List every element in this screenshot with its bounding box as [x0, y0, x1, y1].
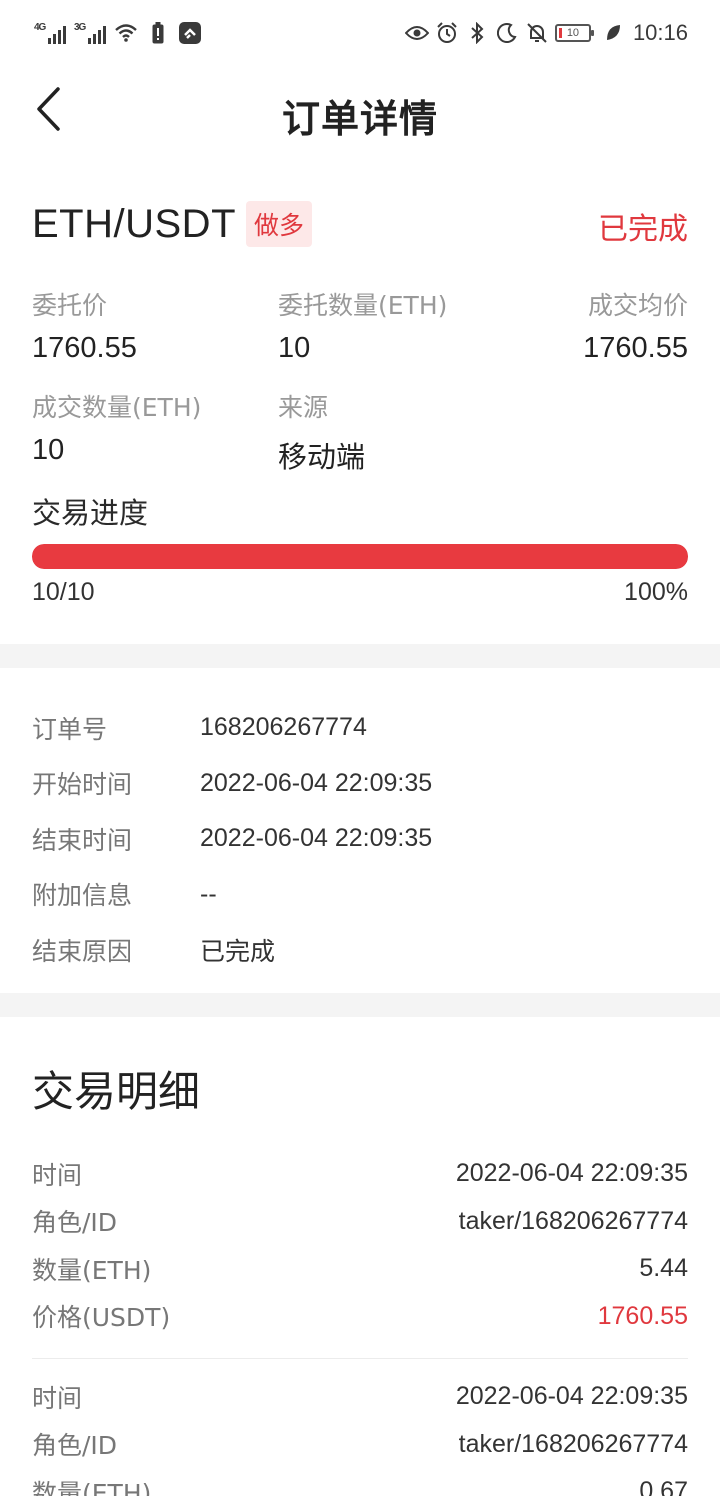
order-info: 订单号 168206267774 开始时间 2022-06-04 22:09:3…	[32, 700, 688, 978]
trade-details-title: 交易明细	[32, 1067, 201, 1116]
side-badge: 做多	[246, 201, 313, 247]
info-key: 开始时间	[32, 770, 133, 800]
trade-key: 时间	[32, 1383, 83, 1413]
trade-list: 时间 2022-06-04 22:09:35 角色/ID taker/16820…	[32, 1150, 688, 1496]
order-fields: 委托价 1760.55 委托数量(ETH) 10 成交均价 1760.55 成交…	[32, 286, 688, 476]
status-bar-right: 10 10:16	[404, 18, 688, 48]
trade-key: 时间	[32, 1160, 83, 1190]
eye-icon	[404, 21, 429, 45]
info-row-order-id: 订单号 168206267774	[32, 700, 688, 756]
trade-value: 5.44	[639, 1254, 688, 1283]
app-notification-icon	[178, 21, 202, 45]
info-key: 结束原因	[32, 936, 133, 966]
progress-label: 交易进度	[32, 496, 149, 530]
trade-item: 时间 2022-06-04 22:09:35 角色/ID taker/16820…	[32, 1373, 688, 1496]
page-title: 订单详情	[281, 97, 438, 141]
info-value: 168206267774	[200, 713, 367, 742]
info-key: 附加信息	[32, 881, 133, 911]
leaf-icon	[601, 21, 625, 45]
field-avg-price: 成交均价 1760.55	[583, 286, 688, 365]
status-bar-left: 4G 3G	[34, 18, 202, 48]
battery-alert-icon	[146, 21, 170, 45]
battery-icon: 10	[554, 24, 594, 42]
signal-3g-label: 3G	[74, 22, 86, 33]
trade-key: 价格(USDT)	[32, 1303, 171, 1333]
order-summary-header: ETH/USDT 做多 已完成	[32, 196, 688, 252]
field-value: 1760.55	[583, 332, 688, 364]
info-key: 结束时间	[32, 825, 133, 855]
section-divider	[0, 644, 720, 668]
bluetooth-icon	[465, 21, 489, 45]
order-status: 已完成	[598, 212, 688, 247]
info-value: --	[200, 879, 217, 908]
field-label: 委托数量(ETH)	[278, 291, 448, 320]
info-value: 2022-06-04 22:09:35	[200, 768, 433, 797]
info-row-end-time: 结束时间 2022-06-04 22:09:35	[32, 811, 688, 867]
field-order-qty: 委托数量(ETH) 10	[278, 286, 447, 365]
field-value: 10	[32, 434, 65, 466]
trade-row-qty: 数量(ETH) 5.44	[32, 1245, 688, 1293]
page-header: 订单详情	[0, 64, 720, 164]
trade-row-role: 角色/ID taker/168206267774	[32, 1421, 688, 1469]
moon-icon	[495, 21, 519, 45]
trade-item: 时间 2022-06-04 22:09:35 角色/ID taker/16820…	[32, 1150, 688, 1359]
field-label: 成交均价	[587, 291, 688, 320]
signal-3g-icon: 3G	[74, 22, 106, 44]
trade-row-time: 时间 2022-06-04 22:09:35	[32, 1150, 688, 1198]
trade-value: 2022-06-04 22:09:35	[455, 1159, 688, 1188]
battery-level: 10	[566, 27, 580, 39]
section-divider	[0, 993, 720, 1017]
field-label: 委托价	[32, 291, 108, 320]
wifi-icon	[114, 21, 138, 45]
progress-bar	[32, 544, 688, 569]
trade-key: 角色/ID	[32, 1208, 118, 1238]
status-bar: 4G 3G 10 10:16	[0, 0, 720, 64]
trade-row-price: 价格(USDT) 1760.55	[32, 1293, 688, 1341]
info-value: 2022-06-04 22:09:35	[200, 824, 433, 853]
trade-row-time: 时间 2022-06-04 22:09:35	[32, 1373, 688, 1421]
trade-key: 数量(ETH)	[32, 1255, 152, 1285]
trade-value: taker/168206267774	[458, 1429, 688, 1458]
field-value: 1760.55	[32, 332, 137, 364]
trade-value: 1760.55	[597, 1301, 688, 1330]
signal-4g-icon: 4G	[34, 22, 66, 44]
trade-row-qty: 数量(ETH) 0.67	[32, 1468, 688, 1496]
progress-count: 10/10	[32, 578, 95, 606]
trading-pair: ETH/USDT	[32, 201, 236, 246]
field-label: 来源	[278, 393, 329, 422]
info-row-extra: 附加信息 --	[32, 867, 688, 923]
bell-off-icon	[525, 21, 549, 45]
field-filled-qty: 成交数量(ETH) 10	[32, 388, 201, 467]
trade-key: 数量(ETH)	[32, 1478, 152, 1496]
field-order-price: 委托价 1760.55	[32, 286, 137, 365]
field-value: 10	[278, 332, 311, 364]
trade-row-role: 角色/ID taker/168206267774	[32, 1198, 688, 1246]
trade-value: 2022-06-04 22:09:35	[455, 1382, 688, 1411]
field-value: 移动端	[278, 440, 366, 474]
trade-value: taker/168206267774	[458, 1206, 688, 1235]
info-row-start-time: 开始时间 2022-06-04 22:09:35	[32, 756, 688, 812]
info-key: 订单号	[32, 714, 108, 744]
progress-percent: 100%	[624, 578, 688, 606]
signal-4g-label: 4G	[34, 22, 46, 33]
field-source: 来源 移动端	[278, 388, 365, 476]
status-time: 10:16	[632, 20, 688, 45]
info-row-end-reason: 结束原因 已完成	[32, 922, 688, 978]
info-value: 已完成	[200, 936, 276, 966]
trade-key: 角色/ID	[32, 1431, 118, 1461]
progress-bar-fill	[32, 544, 688, 569]
alarm-icon	[435, 21, 459, 45]
trade-value: 0.67	[639, 1477, 688, 1496]
field-label: 成交数量(ETH)	[32, 393, 202, 422]
